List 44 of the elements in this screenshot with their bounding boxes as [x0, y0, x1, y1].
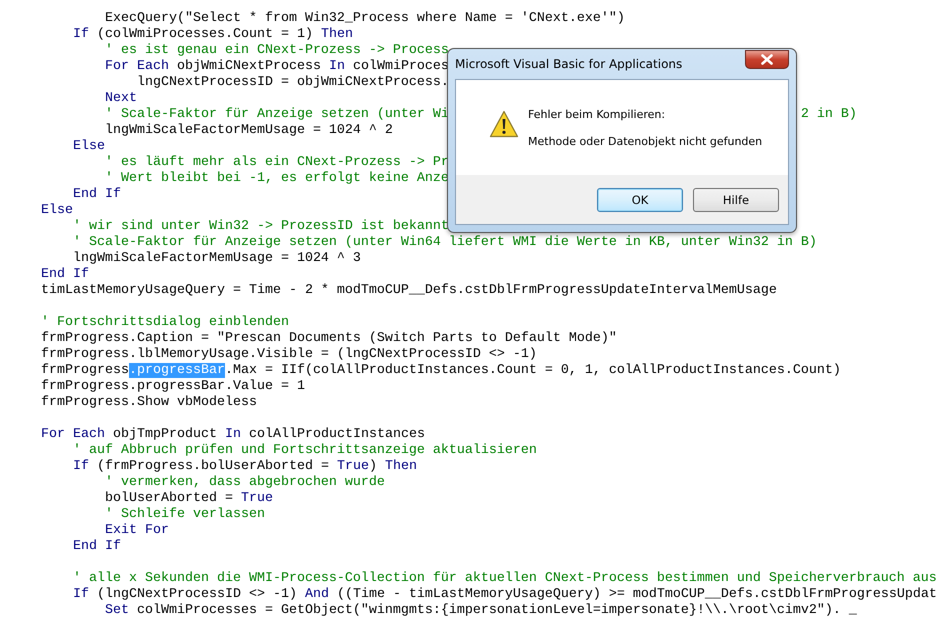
dialog-button[interactable]: Hilfe	[693, 188, 779, 212]
code-line: ' alle x Sekunden die WMI-Process-Collection für aktuellen CNext-Process bestimmen und Speicherverbrauch aus	[72, 571, 937, 587]
code-line: timLastMemoryUsageQuery = Time - 2 * modTmoCUP__Defs.cstDblFrmProgressUpdateIntervalMemUsage	[41, 283, 777, 299]
code-line: frmProgress.Caption = "Prescan Documents (Switch Parts to Default Mode)"	[41, 331, 617, 347]
code-line: Else	[72, 139, 105, 155]
code-text: 2 in B)	[800, 107, 857, 122]
warning-icon	[489, 110, 519, 138]
code-line: Next	[104, 91, 137, 107]
code-line: ' vermerken, dass abgebrochen wurde	[104, 475, 385, 491]
error-message: Methode oder Datenobjekt nicht gefunden	[528, 135, 762, 148]
code-line: lngCNextProcessID = objWmiCNextProcess.	[136, 75, 449, 91]
code-line: frmProgress.progressBar.Value = 1	[41, 379, 305, 395]
code-line: frmProgress.progressBar.Max = IIf(colAllProductInstances.Count = 0, 1, colAllProductInstances.Count)	[41, 363, 841, 379]
code-line: Exit For	[104, 523, 169, 539]
code-line: If (lngCNextProcessID <> -1) And ((Time - timLastMemoryUsageQuery) >= modTmoCUP__Defs.cstDblFrmProgressUpdat	[72, 587, 937, 603]
code-line: ' Schleife verlassen	[104, 507, 265, 523]
code-line: Set colWmiProcesses = GetObject("winmgmts:{impersonationLevel=impersonate}!\\.\root\cimv2"). _	[104, 603, 857, 619]
code-line: frmProgress.lblMemoryUsage.Visible = (lngCNextProcessID <> -1)	[41, 347, 537, 363]
code-line: ' wir sind unter Win32 -> ProzessID ist bekannt	[72, 219, 449, 235]
dialog-title: Microsoft Visual Basic for Applications	[455, 57, 682, 71]
code-line: End If	[72, 539, 121, 555]
code-line: lngWmiScaleFactorMemUsage = 1024 ^ 2	[104, 123, 393, 139]
code-line: ' Scale-Faktor für Anzeige setzen (unter Win64 liefert WMI die Werte in KB, unter Win32 in B)	[72, 235, 817, 251]
code-line: End If	[72, 187, 121, 203]
dialog-button[interactable]: OK	[597, 188, 683, 212]
code-line: For Each objTmpProduct In colAllProductInstances	[41, 427, 425, 443]
code-line: Else	[41, 203, 73, 219]
code-line: ' es ist genau ein CNext-Prozess -> Process	[104, 43, 449, 59]
code-line: ' Wert bleibt bei -1, es erfolgt keine Anze	[104, 171, 449, 187]
code-line: End If	[41, 267, 89, 283]
code-line: ' auf Abbruch prüfen und Fortschrittsanzeige aktualisieren	[72, 443, 537, 459]
code-line: If (frmProgress.bolUserAborted = True) Then	[72, 459, 417, 475]
code-line: For Each objWmiCNextProcess In colWmiProces	[104, 59, 449, 75]
code-line: lngWmiScaleFactorMemUsage = 1024 ^ 3	[72, 251, 361, 267]
code-text: ' Scale-Faktor für Anzeige setzen (unter Wi	[104, 107, 449, 122]
close-button[interactable]	[745, 50, 789, 68]
code-line: frmProgress.Show vbModeless	[41, 395, 257, 411]
code-line: bolUserAborted = True	[104, 491, 273, 507]
code-line: ExecQuery("Select * from Win32_Process where Name = 'CNext.exe'")	[104, 11, 625, 27]
error-heading: Fehler beim Kompilieren:	[528, 108, 666, 121]
code-line: ' Fortschrittsdialog einblenden	[41, 315, 289, 331]
close-icon	[761, 54, 773, 64]
code-line: ' es läuft mehr als ein CNext-Prozess -> Pr	[104, 155, 449, 171]
code-line: If (colWmiProcesses.Count = 1) Then	[72, 27, 353, 43]
